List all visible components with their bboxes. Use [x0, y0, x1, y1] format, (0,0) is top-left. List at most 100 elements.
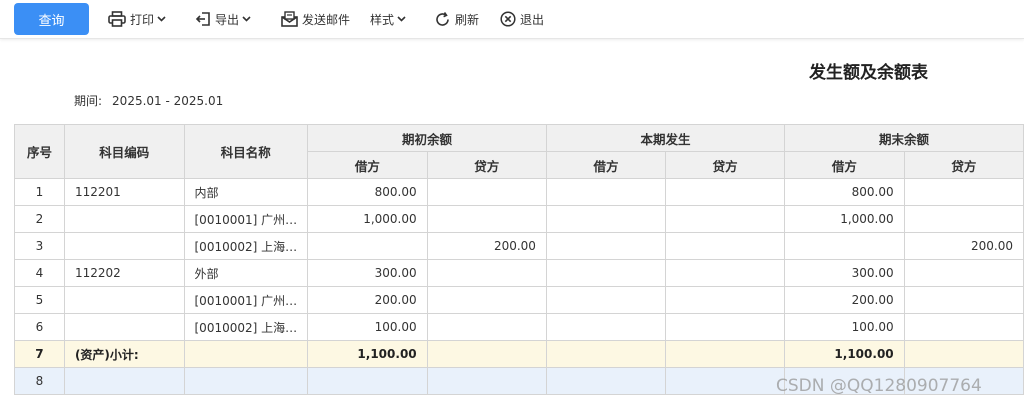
cell-seq: 6 — [14, 313, 65, 341]
cell-closing-debit[interactable]: 1,100.00 — [784, 340, 905, 368]
export-icon — [195, 11, 211, 27]
header-current: 本期发生 — [545, 124, 786, 152]
cell-name[interactable] — [183, 340, 309, 368]
print-button[interactable]: 打印 — [108, 9, 166, 29]
header-opening-debit: 借方 — [307, 151, 428, 179]
cell-current-debit[interactable] — [545, 313, 667, 341]
cell-code — [63, 205, 185, 233]
table-row[interactable]: 3 [0010002] 上海… 200.00 200.00 — [14, 232, 1024, 260]
period-value: 2025.01 - 2025.01 — [112, 94, 224, 108]
cell-current-credit[interactable] — [665, 178, 786, 206]
cell-closing-debit[interactable]: 300.00 — [784, 259, 905, 287]
refresh-label: 刷新 — [455, 12, 480, 27]
cell-current-debit[interactable] — [545, 286, 667, 314]
cell-opening-credit[interactable]: 200.00 — [426, 232, 547, 260]
cell-opening-credit[interactable] — [426, 205, 547, 233]
style-label: 样式 — [370, 12, 395, 27]
cell-code: (资产)小计: — [63, 340, 185, 368]
header-opening-credit: 贷方 — [426, 151, 547, 179]
cell-closing-credit[interactable] — [903, 313, 1024, 341]
send-email-button[interactable]: 发送邮件 — [281, 9, 350, 29]
cell-closing-credit[interactable] — [903, 205, 1024, 233]
refresh-icon — [434, 11, 451, 28]
header-name: 科目名称 — [183, 124, 309, 179]
cell-current-credit[interactable] — [665, 286, 786, 314]
cell-code — [63, 286, 185, 314]
cell-seq: 7 — [14, 340, 65, 368]
cell-opening-debit[interactable]: 800.00 — [307, 178, 428, 206]
cell-closing-debit[interactable]: 800.00 — [784, 178, 905, 206]
cell-current-credit[interactable] — [665, 205, 786, 233]
cell-name[interactable]: [0010002] 上海… — [183, 313, 309, 341]
cell-opening-debit[interactable]: 200.00 — [307, 286, 428, 314]
cell-closing-debit[interactable]: 100.00 — [784, 313, 905, 341]
cell-current-credit[interactable] — [665, 340, 786, 368]
header-closing: 期末余额 — [784, 124, 1024, 152]
cell-current-debit[interactable] — [545, 367, 667, 395]
cell-opening-credit[interactable] — [426, 340, 547, 368]
cell-current-debit[interactable] — [545, 205, 667, 233]
cell-seq: 8 — [14, 367, 65, 395]
cell-seq: 5 — [14, 286, 65, 314]
exit-label: 退出 — [520, 12, 545, 27]
header-closing-debit: 借方 — [784, 151, 905, 179]
table-row[interactable]: 5 [0010001] 广州… 200.00 200.00 — [14, 286, 1024, 314]
cell-opening-credit[interactable] — [426, 286, 547, 314]
header-code: 科目编码 — [63, 124, 185, 179]
cell-code: 112201 — [63, 178, 185, 206]
cell-opening-debit[interactable]: 1,000.00 — [307, 205, 428, 233]
cell-current-debit[interactable] — [545, 340, 667, 368]
cell-current-credit[interactable] — [665, 259, 786, 287]
cell-seq: 1 — [14, 178, 65, 206]
cell-opening-credit[interactable] — [426, 367, 547, 395]
cell-opening-credit[interactable] — [426, 178, 547, 206]
cell-current-credit[interactable] — [665, 232, 786, 260]
table-row[interactable]: 6 [0010002] 上海… 100.00 100.00 — [14, 313, 1024, 341]
watermark: CSDN @QQ1280907764 — [776, 376, 982, 396]
style-button[interactable]: 样式 — [370, 9, 406, 29]
cell-closing-debit[interactable]: 200.00 — [784, 286, 905, 314]
table-row[interactable]: 1 112201 内部 800.00 800.00 — [14, 178, 1024, 206]
cell-current-debit[interactable] — [545, 232, 667, 260]
cell-opening-credit[interactable] — [426, 313, 547, 341]
cell-name[interactable]: [0010001] 广州… — [183, 286, 309, 314]
cell-opening-debit[interactable] — [307, 232, 428, 260]
print-label: 打印 — [130, 12, 155, 27]
cell-opening-debit[interactable]: 1,100.00 — [307, 340, 428, 368]
cell-closing-credit[interactable] — [903, 178, 1024, 206]
cell-name[interactable]: [0010001] 广州… — [183, 205, 309, 233]
cell-name[interactable]: 内部 — [183, 178, 309, 206]
cell-opening-credit[interactable] — [426, 259, 547, 287]
refresh-button[interactable]: 刷新 — [434, 9, 479, 29]
cell-closing-debit[interactable]: 1,000.00 — [784, 205, 905, 233]
cell-current-credit[interactable] — [665, 313, 786, 341]
export-label: 导出 — [215, 12, 240, 27]
cell-closing-credit[interactable] — [903, 340, 1024, 368]
cell-closing-credit[interactable] — [903, 286, 1024, 314]
cell-code: 112202 — [63, 259, 185, 287]
cell-closing-debit[interactable] — [784, 232, 905, 260]
table-row[interactable]: 4 112202 外部 300.00 300.00 — [14, 259, 1024, 287]
period-label: 期间: — [74, 94, 103, 108]
exit-button[interactable]: 退出 — [500, 9, 544, 29]
cell-opening-debit[interactable]: 300.00 — [307, 259, 428, 287]
cell-closing-credit[interactable] — [903, 259, 1024, 287]
cell-opening-debit[interactable] — [307, 367, 428, 395]
table-row[interactable]: 2 [0010001] 广州… 1,000.00 1,000.00 — [14, 205, 1024, 233]
cell-closing-credit[interactable]: 200.00 — [903, 232, 1024, 260]
cell-opening-debit[interactable]: 100.00 — [307, 313, 428, 341]
cell-current-credit[interactable] — [665, 367, 786, 395]
export-button[interactable]: 导出 — [195, 9, 251, 29]
header-current-debit: 借方 — [545, 151, 667, 179]
subtotal-row[interactable]: 7 (资产)小计: 1,100.00 1,100.00 — [14, 340, 1024, 368]
query-button[interactable]: 查询 — [14, 3, 89, 35]
chevron-down-icon — [157, 16, 166, 22]
cell-code — [63, 367, 185, 395]
cell-name[interactable]: [0010002] 上海… — [183, 232, 309, 260]
close-circle-icon — [500, 11, 516, 27]
cell-current-debit[interactable] — [545, 259, 667, 287]
cell-name[interactable] — [183, 367, 309, 395]
report-title: 发生额及余额表 — [809, 63, 928, 83]
cell-current-debit[interactable] — [545, 178, 667, 206]
cell-name[interactable]: 外部 — [183, 259, 309, 287]
